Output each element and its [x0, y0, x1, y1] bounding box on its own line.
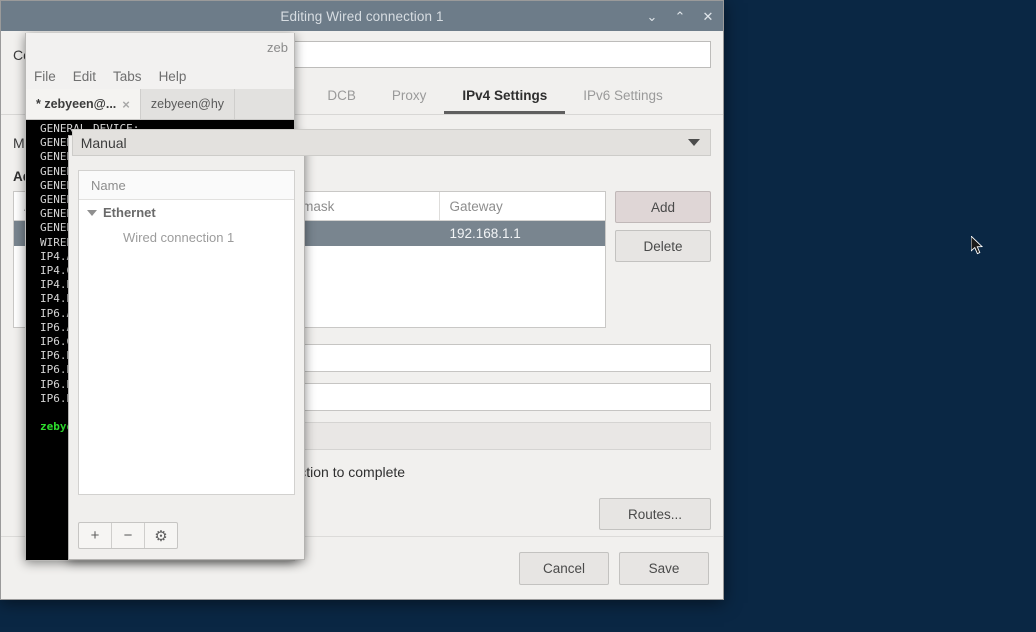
- network-connections-window[interactable]: Name Ethernet Wired connection 1 + − ⚙: [68, 135, 305, 560]
- column-name-label: Name: [91, 177, 126, 193]
- connections-column-header: Name: [79, 171, 294, 200]
- tab-ipv4-settings[interactable]: IPv4 Settings: [444, 79, 566, 114]
- gear-icon[interactable]: ⚙: [145, 523, 177, 548]
- method-row: Method Manual: [13, 129, 711, 156]
- terminal-menubar[interactable]: File Edit Tabs Help: [26, 63, 294, 89]
- method-value: Manual: [80, 134, 127, 151]
- column-header-gateway: Gateway: [449, 198, 503, 214]
- dialog-title: Editing Wired connection 1: [280, 8, 444, 24]
- close-icon[interactable]: ✕: [701, 10, 715, 23]
- connection-item-label: Wired connection 1: [123, 230, 235, 245]
- addresses-buttons: Add Delete: [615, 191, 711, 328]
- terminal-titlebar[interactable]: zeb: [26, 33, 294, 63]
- connections-toolbar[interactable]: + − ⚙: [78, 522, 178, 549]
- add-address-button[interactable]: Add: [615, 191, 711, 223]
- connections-list[interactable]: Name Ethernet Wired connection 1: [78, 170, 295, 495]
- menu-file[interactable]: File: [34, 69, 56, 84]
- menu-help[interactable]: Help: [159, 69, 187, 84]
- maximize-icon[interactable]: ⌃: [673, 10, 687, 23]
- terminal-tab-bar[interactable]: * zebyeen@... × zebyeen@hy: [26, 89, 294, 120]
- tab-proxy[interactable]: Proxy: [374, 79, 445, 114]
- menu-edit[interactable]: Edit: [73, 69, 96, 84]
- list-item[interactable]: Wired connection 1: [79, 225, 294, 250]
- terminal-tab-2[interactable]: zebyeen@hy: [141, 89, 236, 119]
- window-controls[interactable]: ⌄ ⌃ ✕: [645, 1, 715, 31]
- desktop-background: zeb File Edit Tabs Help * zebyeen@... × …: [0, 0, 1036, 632]
- remove-connection-button[interactable]: −: [112, 523, 145, 548]
- add-connection-button[interactable]: +: [79, 523, 112, 548]
- menu-tabs[interactable]: Tabs: [113, 69, 142, 84]
- tab-dcb[interactable]: DCB: [309, 79, 374, 114]
- routes-button[interactable]: Routes...: [599, 498, 711, 530]
- close-icon[interactable]: ×: [122, 97, 130, 112]
- cell-gateway[interactable]: 192.168.1.1: [440, 221, 605, 246]
- cancel-button[interactable]: Cancel: [519, 551, 609, 585]
- dialog-titlebar[interactable]: Editing Wired connection 1 ⌄ ⌃ ✕: [1, 1, 723, 31]
- terminal-tab-1-label: * zebyeen@...: [36, 97, 117, 111]
- terminal-tab-1[interactable]: * zebyeen@... ×: [26, 89, 141, 119]
- method-dropdown[interactable]: Manual: [71, 129, 711, 156]
- delete-address-button[interactable]: Delete: [615, 230, 711, 262]
- mouse-cursor: [971, 236, 984, 255]
- terminal-title: zeb: [267, 40, 288, 55]
- chevron-down-icon[interactable]: [87, 209, 97, 216]
- save-button[interactable]: Save: [619, 551, 709, 585]
- chevron-down-icon[interactable]: [688, 139, 700, 146]
- connection-group-label: Ethernet: [103, 205, 156, 220]
- connection-group-ethernet[interactable]: Ethernet: [79, 200, 294, 225]
- tab-ipv6-settings[interactable]: IPv6 Settings: [565, 79, 681, 114]
- minimize-icon[interactable]: ⌄: [645, 10, 659, 23]
- terminal-tab-2-label: zebyeen@hy: [150, 97, 225, 111]
